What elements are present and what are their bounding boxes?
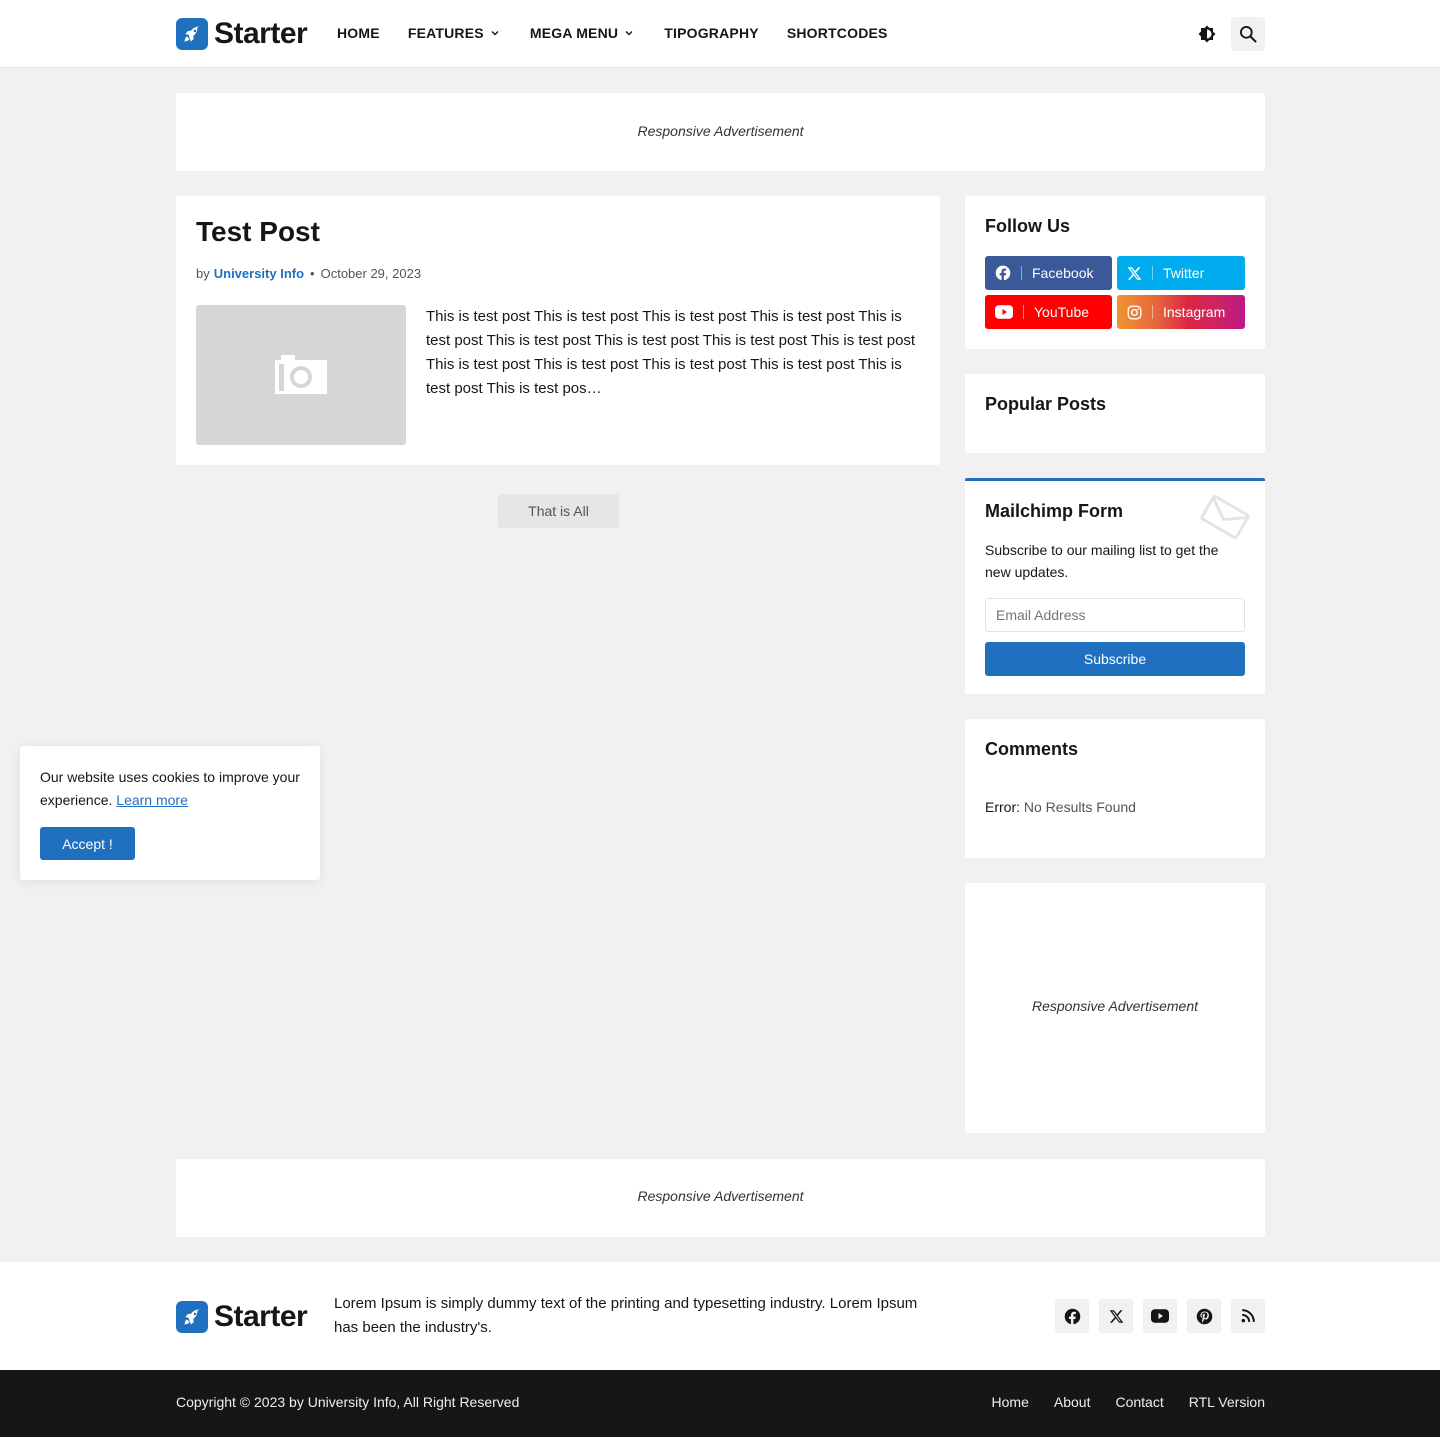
follow-us-widget: Follow Us Facebook Twitter YouTube Insta… [965, 196, 1265, 349]
ad-label: Responsive Advertisement [637, 123, 804, 139]
post-title[interactable]: Test Post [196, 216, 320, 248]
nav-label: FEATURES [407, 25, 484, 41]
nav-label: MEGA MENU [529, 25, 619, 41]
site-logo[interactable]: Starter [176, 17, 308, 51]
nav-label: HOME [337, 25, 380, 41]
facebook-label: Facebook [1032, 265, 1094, 281]
comments-widget: Comments Error: No Results Found [965, 719, 1265, 858]
main-nav: HOME FEATURES MEGA MENU TIPOGRAPHY SHORT… [337, 0, 888, 66]
popular-posts-widget: Popular Posts [965, 374, 1265, 453]
nav-home[interactable]: HOME [337, 25, 380, 41]
post-thumbnail[interactable] [196, 305, 406, 445]
footer-link-contact[interactable]: Contact [1115, 1394, 1163, 1410]
facebook-icon [995, 265, 1011, 281]
end-of-posts-label: That is All [498, 494, 619, 528]
footer-youtube-link[interactable] [1143, 1299, 1177, 1333]
comments-error: Error: No Results Found [985, 799, 1136, 815]
subscribe-button[interactable]: Subscribe [985, 642, 1245, 676]
cookie-message: Our website uses cookies to improve your… [40, 766, 300, 812]
youtube-icon [1151, 1309, 1169, 1323]
logo-text: Starter [214, 17, 308, 50]
youtube-label: YouTube [1034, 304, 1090, 320]
ad-sidebar: Responsive Advertisement [965, 883, 1265, 1133]
footer-bottom-bar: Copyright © 2023 by University Info, All… [0, 1370, 1440, 1437]
post-by: by [196, 266, 210, 281]
youtube-button[interactable]: YouTube [985, 295, 1112, 329]
separator [1152, 266, 1153, 280]
nav-mega-menu[interactable]: MEGA MENU [530, 25, 634, 41]
email-field[interactable] [985, 598, 1245, 632]
facebook-icon [1064, 1308, 1080, 1325]
footer-menu: Home About Contact RTL Version [992, 1394, 1265, 1410]
site-header: Starter HOME FEATURES MEGA MENU TIPOGRAP… [0, 0, 1440, 68]
logo-text: Starter [214, 1300, 308, 1333]
footer-rss-link[interactable] [1231, 1299, 1265, 1333]
footer-facebook-link[interactable] [1055, 1299, 1089, 1333]
nav-label: SHORTCODES [786, 25, 888, 41]
widget-title: Comments [985, 739, 1079, 759]
error-label: Error: [985, 799, 1020, 815]
youtube-icon [995, 305, 1013, 319]
error-message: No Results Found [1023, 799, 1136, 815]
post-snippet: This is test post This is test post This… [426, 308, 916, 397]
cookie-consent: Our website uses cookies to improve your… [20, 746, 320, 880]
nav-features[interactable]: FEATURES [408, 25, 500, 41]
x-twitter-icon [1109, 1309, 1123, 1323]
copyright: Copyright © 2023 by University Info, All… [176, 1394, 520, 1410]
meta-separator: • [310, 266, 315, 281]
chevron-down-icon [625, 31, 633, 36]
separator [1023, 305, 1024, 319]
footer-logo[interactable]: Starter [176, 1300, 308, 1334]
widget-title: Follow Us [985, 216, 1070, 236]
footer-description: Lorem Ipsum is simply dummy text of the … [334, 1295, 918, 1336]
post-meta: by University Info • October 29, 2023 [196, 266, 421, 281]
search-button[interactable] [1231, 17, 1265, 51]
camera-icon [275, 355, 327, 394]
ad-label: Responsive Advertisement [1031, 998, 1198, 1014]
nav-tipography[interactable]: TIPOGRAPHY [664, 25, 759, 41]
separator [1021, 266, 1022, 280]
facebook-button[interactable]: Facebook [985, 256, 1112, 290]
envelope-icon [1200, 494, 1250, 540]
footer-link-home[interactable]: Home [992, 1394, 1029, 1410]
dark-mode-icon [1198, 25, 1216, 43]
footer-pinterest-link[interactable] [1187, 1299, 1221, 1333]
ad-label: Responsive Advertisement [637, 1188, 804, 1204]
pinterest-icon [1196, 1308, 1212, 1324]
mailchimp-widget: Mailchimp Form Subscribe to our mailing … [965, 478, 1265, 694]
instagram-icon [1127, 305, 1142, 319]
ad-bottom: Responsive Advertisement [176, 1159, 1265, 1237]
nav-shortcodes[interactable]: SHORTCODES [787, 25, 888, 41]
footer-link-about[interactable]: About [1054, 1394, 1091, 1410]
post-card: Test Post by University Info • October 2… [176, 196, 940, 465]
twitter-label: Twitter [1163, 265, 1205, 281]
widget-title: Mailchimp Form [985, 501, 1124, 521]
instagram-button[interactable]: Instagram [1117, 295, 1245, 329]
ad-top: Responsive Advertisement [176, 93, 1265, 171]
search-icon [1240, 26, 1257, 43]
footer-twitter-link[interactable] [1099, 1299, 1133, 1333]
twitter-button[interactable]: Twitter [1117, 256, 1245, 290]
rss-icon [1241, 1309, 1255, 1323]
nav-label: TIPOGRAPHY [664, 25, 759, 41]
instagram-label: Instagram [1163, 304, 1226, 320]
footer-link-rtl-version[interactable]: RTL Version [1189, 1394, 1265, 1410]
widget-title: Popular Posts [985, 394, 1107, 414]
chevron-down-icon [491, 31, 499, 36]
site-footer: Starter Lorem Ipsum is simply dummy text… [0, 1262, 1440, 1370]
post-date: October 29, 2023 [320, 266, 422, 281]
mailchimp-description: Subscribe to our mailing list to get the… [985, 542, 1219, 580]
dark-mode-toggle[interactable] [1190, 17, 1224, 51]
post-author[interactable]: University Info [214, 266, 304, 281]
accept-cookies-button[interactable]: Accept ! [40, 827, 135, 860]
rocket-icon [176, 1301, 208, 1333]
learn-more-link[interactable]: Learn more [116, 792, 188, 808]
rocket-icon [176, 18, 208, 50]
separator [1152, 305, 1153, 319]
x-twitter-icon [1127, 266, 1142, 280]
